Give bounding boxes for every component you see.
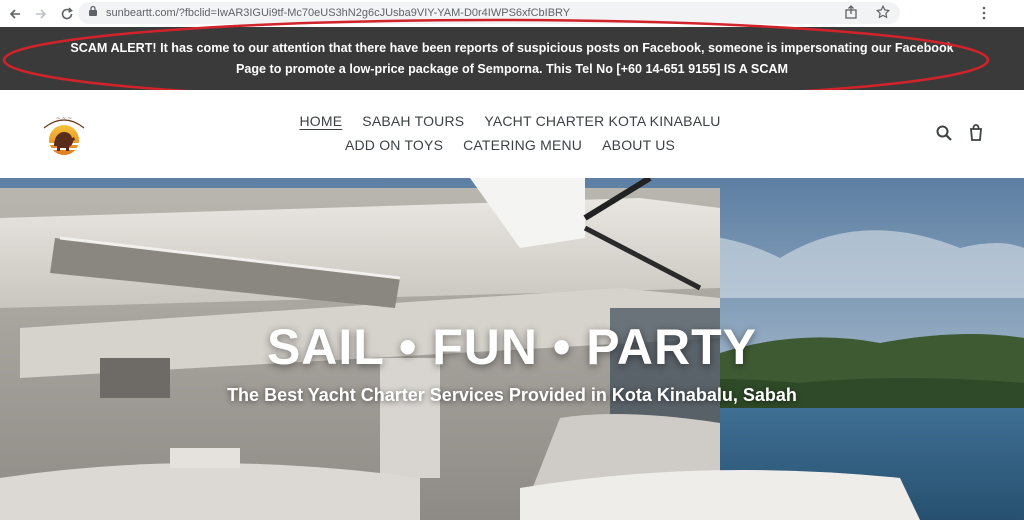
address-bar[interactable]: sunbeartt.com/?fbclid=IwAR3IGUi9tf-Mc70e… xyxy=(78,2,900,24)
back-arrow-icon[interactable] xyxy=(2,0,28,27)
nav-add-on-toys[interactable]: ADD ON TOYS xyxy=(335,136,453,154)
hero-subtitle: The Best Yacht Charter Services Provided… xyxy=(227,385,797,405)
browser-toolbar: sunbeartt.com/?fbclid=IwAR3IGUi9tf-Mc70e… xyxy=(0,0,1024,27)
kebab-menu-icon[interactable] xyxy=(982,6,986,20)
lock-icon xyxy=(88,4,98,22)
nav-yacht-charter[interactable]: YACHT CHARTER KOTA KINABALU xyxy=(474,112,730,130)
scam-alert-banner: SCAM ALERT! It has come to our attention… xyxy=(0,27,1024,90)
reload-icon[interactable] xyxy=(54,0,80,27)
logo-icon[interactable]: ~ ~ ~ xyxy=(36,110,92,158)
url-text[interactable]: sunbeartt.com/?fbclid=IwAR3IGUi9tf-Mc70e… xyxy=(106,7,706,19)
nav-sabah-tours[interactable]: SABAH TOURS xyxy=(352,112,474,130)
header-actions xyxy=(936,124,984,146)
site-header: ~ ~ ~ HOME SABAH TOURS YACHT CHARTER KOT… xyxy=(0,90,1024,178)
scam-alert-line-1: SCAM ALERT! It has come to our attention… xyxy=(70,40,954,55)
hero-title: SAIL • FUN • PARTY xyxy=(266,319,758,375)
nav-catering-menu[interactable]: CATERING MENU xyxy=(453,136,592,154)
main-nav: HOME SABAH TOURS YACHT CHARTER KOTA KINA… xyxy=(280,112,740,154)
search-icon[interactable] xyxy=(936,125,952,146)
forward-arrow-icon[interactable] xyxy=(28,0,54,27)
star-icon[interactable] xyxy=(875,4,891,24)
nav-about-us[interactable]: ABOUT US xyxy=(592,136,685,154)
scam-alert-text: SCAM ALERT! It has come to our attention… xyxy=(32,38,992,80)
cart-icon[interactable] xyxy=(968,124,984,146)
share-icon[interactable] xyxy=(844,5,858,24)
hero-banner: SAIL • FUN • PARTY The Best Yacht Charte… xyxy=(0,178,1024,520)
scam-alert-line-2: Page to promote a low-price package of S… xyxy=(235,61,789,76)
svg-text:~ ~ ~: ~ ~ ~ xyxy=(56,116,72,122)
nav-home[interactable]: HOME xyxy=(289,112,352,130)
